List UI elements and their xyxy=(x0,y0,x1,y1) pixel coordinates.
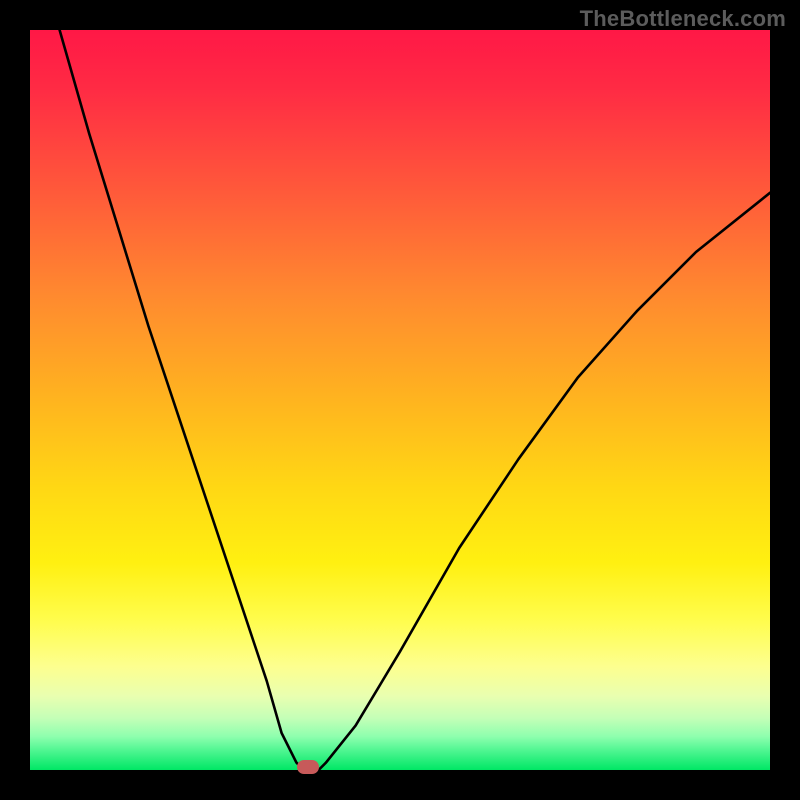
plot-area xyxy=(30,30,770,770)
bottleneck-curve xyxy=(30,30,770,770)
curve-path xyxy=(60,30,770,770)
watermark-text: TheBottleneck.com xyxy=(580,6,786,32)
chart-frame: TheBottleneck.com xyxy=(0,0,800,800)
optimum-marker xyxy=(297,760,319,774)
